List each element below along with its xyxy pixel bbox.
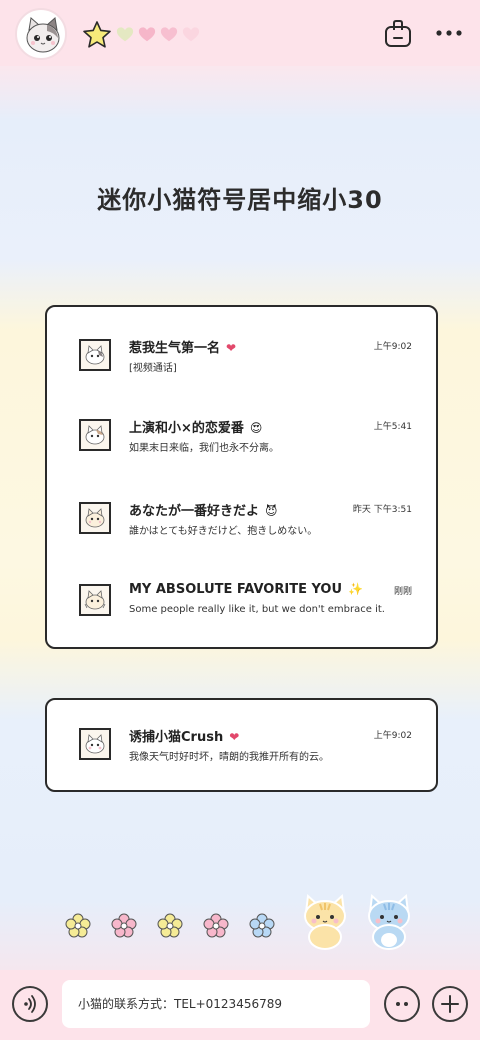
pinned-chat-card: 诱捕小猫Crush ❤ 我像天气时好时坏，晴朗的我推开所有的云。 上午9:02 bbox=[45, 698, 438, 792]
chat-message: 如果末日来临，我们也永不分离。 bbox=[129, 443, 279, 454]
chat-time: 刚刚 bbox=[393, 587, 412, 597]
voice-icon bbox=[24, 995, 36, 1013]
more-button[interactable] bbox=[434, 18, 464, 48]
chat-time: 上午9:02 bbox=[373, 731, 412, 741]
cat-thumbnail-icon bbox=[79, 502, 111, 534]
chat-message: 誰かはとても好きだけど、抱きしめない。 bbox=[129, 526, 318, 537]
devil-icon: 😈 bbox=[265, 504, 278, 518]
emoji-icon bbox=[396, 1002, 408, 1006]
flower-icon bbox=[111, 913, 137, 938]
chat-name: 诱捕小猫Crush ❤ bbox=[129, 730, 240, 745]
chat-time: 上午5:41 bbox=[373, 422, 412, 432]
bottom-bar: 小猫的联系方式：TEL+0123456789 bbox=[0, 970, 480, 1040]
chat-name: あなたが一番好きだよ 😈 bbox=[129, 504, 278, 519]
chat-message: [视频通话] bbox=[129, 363, 177, 374]
chat-time: 上午9:02 bbox=[373, 342, 412, 352]
flower-icon bbox=[203, 913, 229, 938]
chat-time: 昨天 下午3:51 bbox=[352, 505, 412, 515]
chat-name: MY ABSOLUTE FAVORITE YOU ✨ bbox=[129, 582, 363, 597]
chat-item[interactable]: 上演和小×的恋爱番 😍 如果末日来临，我们也永不分离。 上午5:41 bbox=[47, 417, 436, 467]
share-button[interactable] bbox=[383, 18, 413, 48]
page-title: 迷你小猫符号居中缩小30 bbox=[97, 186, 383, 214]
chat-list: 惹我生气第一名 ❤ [视频通话] 上午9:02 上演和小×的恋爱番 😍 如果末日来临… bbox=[45, 305, 438, 649]
heart-icon bbox=[182, 27, 200, 42]
heart-icon bbox=[116, 27, 134, 42]
flower-row bbox=[64, 912, 276, 940]
add-button[interactable] bbox=[432, 986, 468, 1022]
chat-item[interactable]: 惹我生气第一名 ❤ [视频通话] 上午9:02 bbox=[47, 337, 436, 387]
chat-name: 上演和小×的恋爱番 😍 bbox=[129, 421, 263, 436]
chat-item[interactable]: あなたが一番好きだよ 😈 誰かはとても好きだけど、抱きしめない。 昨天 下午3:5… bbox=[47, 500, 436, 550]
rating bbox=[82, 20, 200, 50]
cat-thumbnail-icon bbox=[79, 728, 111, 760]
heart-icon bbox=[138, 27, 156, 42]
chat-item[interactable]: 诱捕小猫Crush ❤ 我像天气时好时坏，晴朗的我推开所有的云。 上午9:02 bbox=[47, 726, 436, 776]
cat-thumbnail-icon bbox=[79, 339, 111, 371]
plus-icon bbox=[441, 995, 459, 1013]
heart-icon bbox=[160, 27, 178, 42]
yellow-cat-icon bbox=[304, 893, 346, 950]
cat-thumbnail-icon bbox=[79, 584, 111, 616]
chat-message: Some people really like it, but we don't… bbox=[129, 604, 385, 615]
blue-cat-icon bbox=[368, 893, 410, 950]
flower-icon bbox=[157, 913, 183, 938]
heart-eyes-icon: 😍 bbox=[249, 421, 263, 435]
top-bar bbox=[0, 0, 480, 66]
flower-icon bbox=[65, 913, 91, 938]
chat-name: 惹我生气第一名 ❤ bbox=[129, 341, 237, 356]
sparkle-icon: ✨ bbox=[348, 582, 363, 596]
heart-icon: ❤ bbox=[229, 730, 240, 744]
emoji-button[interactable] bbox=[384, 986, 420, 1022]
flower-icon bbox=[249, 913, 275, 938]
more-icon bbox=[436, 30, 462, 36]
share-icon bbox=[385, 20, 411, 47]
contact-info-input[interactable]: 小猫的联系方式：TEL+0123456789 bbox=[62, 980, 370, 1028]
star-icon bbox=[83, 21, 111, 48]
heart-icon: ❤ bbox=[226, 341, 237, 355]
cat-face-icon[interactable] bbox=[15, 8, 67, 60]
voice-button[interactable] bbox=[12, 986, 48, 1022]
cat-thumbnail-icon bbox=[79, 419, 111, 451]
chat-item[interactable]: MY ABSOLUTE FAVORITE YOU ✨ Some people re… bbox=[47, 582, 436, 632]
chat-message: 我像天气时好时坏，晴朗的我推开所有的云。 bbox=[129, 752, 329, 763]
